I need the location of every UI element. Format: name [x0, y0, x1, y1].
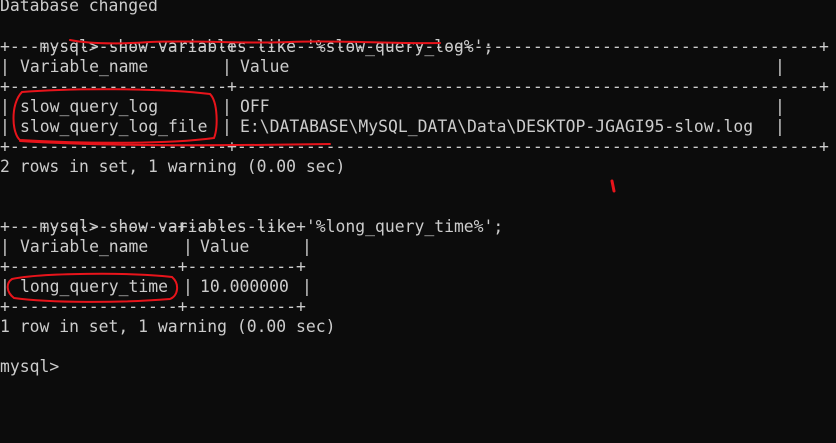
table1-top-border: +----------------------+----------------… [0, 37, 829, 56]
table2-header-row: | Variable_name | Value | [0, 237, 312, 256]
table-row: | long_query_time | 10.000000 | [0, 277, 312, 296]
query1-line: mysql> show variables like '%slow_query_… [0, 17, 493, 56]
table1-header-value: Value [240, 57, 290, 76]
table2-header-border: +-----------------+-----------+ [0, 257, 306, 276]
table2-bottom-border: +-----------------+-----------+ [0, 297, 306, 316]
table2-top-border: +-----------------+-----------+ [0, 217, 306, 236]
table2-row1-name: long_query_time [20, 277, 169, 296]
table2-summary: 1 row in set, 1 warning (0.00 sec) [0, 317, 336, 336]
table2-row1-value: 10.000000 [200, 277, 289, 296]
table2-header-variable-name: Variable_name [20, 237, 149, 256]
table1-row1-name: slow_query_log [20, 97, 159, 116]
table1-row2-value: E:\DATABASE\MySQL_DATA\Data\DESKTOP-JGAG… [240, 117, 754, 136]
query2-line: mysql> show variables like '%long_query_… [0, 197, 503, 236]
table-row: | slow_query_log | OFF | [0, 97, 785, 116]
terminal-window[interactable]: Database changed mysql> show variables l… [0, 0, 836, 443]
table1-bottom-border: +----------------------+----------------… [0, 137, 829, 156]
tick-mark-annotation [610, 179, 616, 193]
table2-header-value: Value [200, 237, 250, 256]
final-prompt-line[interactable]: mysql> [0, 357, 59, 377]
table-row: | slow_query_log_file | E:\DATABASE\MySQ… [0, 117, 785, 136]
db-changed-line: Database changed [0, 0, 158, 15]
table1-header-row: | Variable_name | Value | [0, 57, 785, 76]
table1-header-border: +----------------------+----------------… [0, 77, 829, 96]
table1-row1-value: OFF [240, 97, 270, 116]
table1-summary: 2 rows in set, 1 warning (0.00 sec) [0, 157, 346, 176]
table1-row2-name: slow_query_log_file [20, 117, 208, 136]
table1-header-variable-name: Variable_name [20, 57, 149, 76]
